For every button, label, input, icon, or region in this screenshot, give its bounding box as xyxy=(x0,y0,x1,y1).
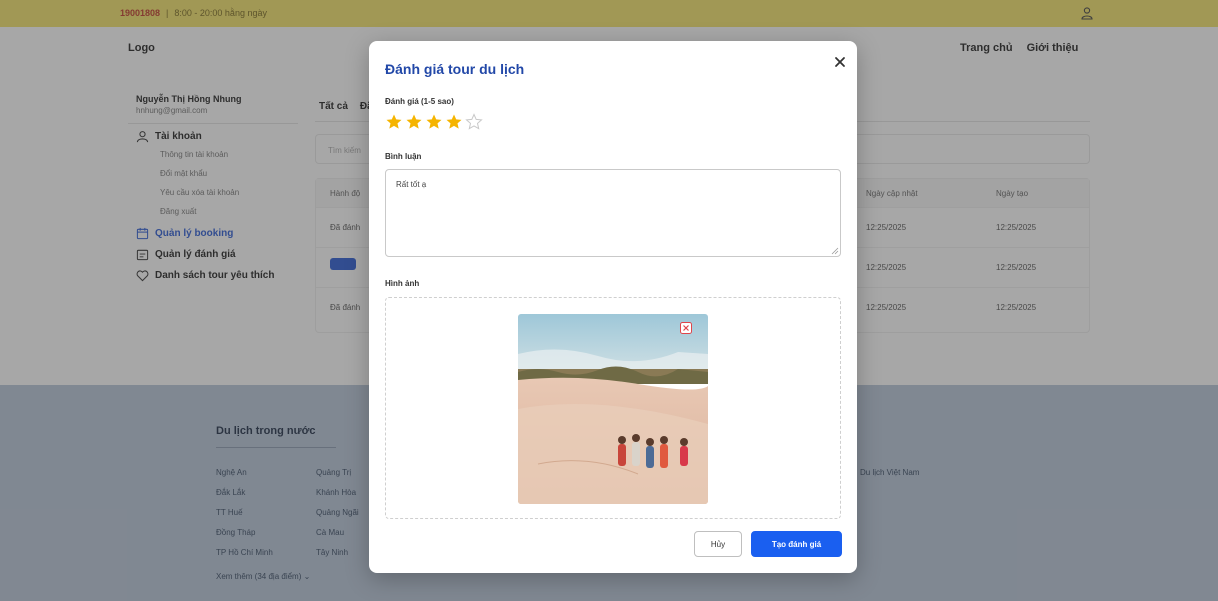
star-icon[interactable] xyxy=(405,113,423,131)
rating-label: Đánh giá (1-5 sao) xyxy=(385,97,454,106)
review-modal: Đánh giá tour du lịch Đánh giá (1-5 sao)… xyxy=(369,41,857,573)
star-icon[interactable] xyxy=(445,113,463,131)
cancel-button[interactable]: Hủy xyxy=(694,531,742,557)
remove-image-icon[interactable] xyxy=(680,322,692,334)
comment-input[interactable]: Rất tốt ạ xyxy=(385,169,841,257)
image-upload-area[interactable] xyxy=(385,297,841,519)
close-icon[interactable] xyxy=(831,53,849,71)
uploaded-image xyxy=(518,314,708,504)
modal-title: Đánh giá tour du lịch xyxy=(385,61,525,77)
desert-photo xyxy=(518,314,708,504)
star-icon[interactable] xyxy=(425,113,443,131)
image-label: Hình ảnh xyxy=(385,279,420,288)
resize-grip-icon[interactable] xyxy=(831,247,839,255)
star-icon[interactable] xyxy=(385,113,403,131)
star-rating[interactable] xyxy=(385,113,483,131)
comment-label: Bình luận xyxy=(385,152,422,161)
star-icon[interactable] xyxy=(465,113,483,131)
submit-review-button[interactable]: Tạo đánh giá xyxy=(751,531,842,557)
